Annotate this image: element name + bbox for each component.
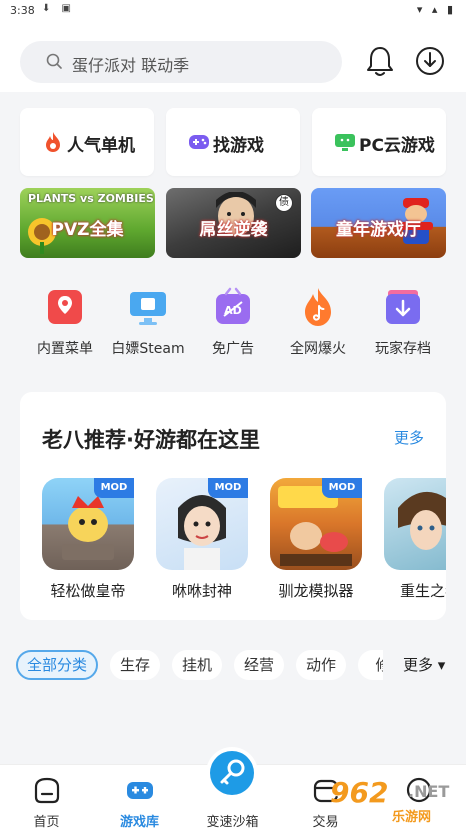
watermark-number: 962: [330, 776, 389, 809]
game-label: 咻咻封神: [171, 582, 232, 600]
tab-label: 变速沙箱: [206, 815, 259, 830]
fab-circle: [210, 751, 254, 795]
banner-childhood-arcade[interactable]: 童年游戏厅: [311, 188, 446, 258]
speed-sandbox-fab[interactable]: [206, 747, 258, 799]
quick-item-viral[interactable]: 全网爆火: [273, 282, 363, 362]
fire-icon: [305, 288, 331, 326]
banner-label: PVZ全集: [51, 220, 124, 240]
no-ads-icon: AD: [216, 287, 250, 324]
tab-game-library[interactable]: 游戏库: [93, 765, 186, 830]
save-icon: [386, 290, 420, 324]
site-watermark: 962 .NET 乐游网: [322, 772, 466, 826]
game-library-icon: [127, 782, 153, 799]
recommend-section: 老八推荐·好游都在这里 更多 MOD 轻松做皇帝 MOD 咻咻封神 MOD 驯龙…: [20, 392, 446, 620]
card-label: 人气单机: [67, 136, 135, 156]
key-icon: [220, 759, 245, 785]
game-item[interactable]: MOD 咻咻封神: [156, 478, 248, 608]
mod-badge: MOD: [208, 478, 248, 498]
mod-badge: MOD: [322, 478, 362, 498]
game-item[interactable]: MOD 轻松做皇帝: [42, 478, 134, 608]
quick-item-label: 玩家存档: [375, 341, 431, 357]
quick-item-builtin-menu[interactable]: 内置菜单: [20, 282, 110, 362]
status-notification-icons: ⬇ ▣: [42, 3, 76, 14]
quick-item-player-saves[interactable]: 玩家存档: [358, 282, 448, 362]
card-find-game[interactable]: 找游戏: [166, 108, 300, 176]
banner-badge: 债: [275, 194, 293, 212]
category-chip-all[interactable]: 全部分类: [16, 650, 98, 680]
tab-home[interactable]: 首页: [0, 765, 93, 830]
category-bar: 全部分类 生存 挂机 经营 动作 修 更多 ▾: [0, 646, 466, 686]
game-label: 轻松做皇帝: [50, 582, 126, 600]
menu-icon: [48, 290, 82, 324]
recommend-games: MOD 轻松做皇帝 MOD 咻咻封神 MOD 驯龙模拟器 重生之: [42, 478, 446, 608]
card-label: PC云游戏: [359, 136, 435, 156]
top-cards: 人气单机 找游戏 PC云游戏: [20, 108, 446, 176]
category-chip[interactable]: 动作: [296, 650, 346, 680]
search-icon: [46, 53, 62, 69]
status-system-icons: ▾ ▴ ▮: [416, 3, 456, 16]
tab-speed-sandbox[interactable]: 变速沙箱: [186, 747, 279, 830]
search-input[interactable]: 蛋仔派对 联动季: [20, 41, 342, 83]
status-time: 3:38: [10, 4, 35, 17]
quick-item-free-steam[interactable]: 白嫖Steam: [103, 282, 193, 362]
steam-icon: [130, 292, 166, 325]
tab-label: 首页: [33, 815, 60, 830]
home-icon: [34, 777, 60, 804]
quick-item-label: 白嫖Steam: [111, 341, 185, 357]
banner-pvz[interactable]: PLANTS vs ZOMBIES PVZ全集: [20, 188, 155, 258]
category-chip[interactable]: 经营: [234, 650, 284, 680]
banner-label: 屌丝逆袭: [199, 220, 268, 240]
category-more-button[interactable]: 更多 ▾: [383, 650, 466, 682]
download-icon[interactable]: [414, 44, 446, 78]
game-label: 重生之我: [399, 582, 446, 600]
monitor-icon: [335, 134, 355, 151]
quick-item-label: 全网爆火: [290, 341, 346, 357]
game-icon: [384, 478, 446, 570]
banner-underdog[interactable]: 债 屌丝逆袭: [166, 188, 301, 258]
card-pc-cloud-game[interactable]: PC云游戏: [312, 108, 446, 176]
banner-top-text: PLANTS vs ZOMBIES: [28, 192, 154, 205]
card-label: 找游戏: [213, 136, 264, 156]
main-content: 人气单机 找游戏 PC云游戏 PLANTS vs ZOMBIES PVZ全集 债…: [0, 92, 466, 764]
quick-item-no-ads[interactable]: AD 免广告: [188, 282, 278, 362]
quick-item-label: 免广告: [212, 341, 254, 357]
quick-item-label: 内置菜单: [37, 341, 93, 357]
category-chip[interactable]: 生存: [110, 650, 160, 680]
recommend-title: 老八推荐·好游都在这里: [42, 428, 260, 452]
tab-label: 游戏库: [119, 815, 159, 830]
quick-access-grid: 内置菜单 白嫖Steam AD 免广告 全网爆火 玩家存档: [20, 282, 446, 362]
banner-label: 童年游戏厅: [336, 220, 421, 240]
game-item[interactable]: MOD 驯龙模拟器: [270, 478, 362, 608]
card-popular-offline[interactable]: 人气单机: [20, 108, 154, 176]
reborn-art: [398, 491, 446, 550]
search-placeholder: 蛋仔派对 联动季: [72, 56, 190, 75]
watermark-site-name: 乐游网: [392, 810, 432, 825]
bell-icon[interactable]: [364, 44, 396, 78]
game-item[interactable]: 重生之我: [384, 478, 446, 608]
flame-icon: [46, 132, 60, 152]
gamepad-icon: [189, 135, 209, 149]
game-label: 驯龙模拟器: [278, 582, 354, 600]
mod-badge: MOD: [94, 478, 134, 498]
category-chip[interactable]: 挂机: [172, 650, 222, 680]
banners: PLANTS vs ZOMBIES PVZ全集 债 屌丝逆袭 童年游戏厅: [20, 188, 446, 260]
status-bar: 3:38 ⬇ ▣ ▾ ▴ ▮: [0, 0, 466, 24]
header: 蛋仔派对 联动季: [0, 24, 466, 92]
watermark-net: .NET: [408, 782, 450, 801]
recommend-more-link[interactable]: 更多: [394, 427, 424, 448]
